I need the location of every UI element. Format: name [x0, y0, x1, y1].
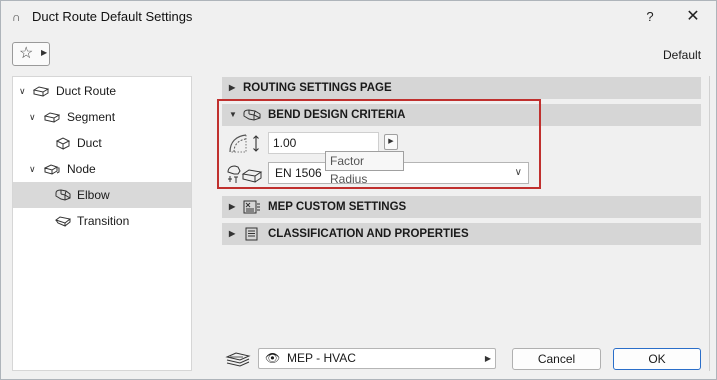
chevron-right-icon[interactable]: ▶: [229, 77, 235, 99]
section-mep-custom[interactable]: ▶ MEP CUSTOM SETTINGS: [222, 196, 701, 218]
chevron-down-icon[interactable]: ∨: [29, 156, 36, 182]
highlight-frame: [217, 99, 541, 189]
segment-icon: [44, 112, 60, 123]
help-button[interactable]: ?: [633, 4, 667, 30]
tree-item-segment[interactable]: ∨ Segment: [13, 104, 191, 130]
section-classification[interactable]: ▶ CLASSIFICATION AND PROPERTIES: [222, 223, 701, 245]
section-routing-settings[interactable]: ▶ ROUTING SETTINGS PAGE: [222, 77, 701, 99]
app-icon: ∩: [12, 10, 21, 24]
section-label: CLASSIFICATION AND PROPERTIES: [268, 228, 469, 240]
tree-item-duct[interactable]: Duct: [13, 130, 191, 156]
chevron-right-icon[interactable]: ▶: [229, 223, 235, 245]
caret-right-icon: ▶: [41, 48, 48, 57]
tree-item-node[interactable]: ∨ Node: [13, 156, 191, 182]
title-bar: ∩ Duct Route Default Settings ? ✕: [1, 1, 716, 33]
layers-icon: [225, 352, 251, 367]
chevron-down-icon[interactable]: ∨: [29, 104, 36, 130]
tree-item-label: Duct: [77, 136, 102, 150]
section-label: ROUTING SETTINGS PAGE: [243, 82, 392, 94]
duct-route-icon: [33, 86, 49, 97]
model-view-label: MEP - HVAC: [287, 351, 356, 365]
elbow-icon: [55, 189, 71, 201]
tree-item-elbow[interactable]: Elbow: [13, 182, 191, 208]
chevron-down-icon[interactable]: ∨: [19, 78, 26, 104]
tree-item-transition[interactable]: Transition: [13, 208, 191, 234]
chevron-right-icon[interactable]: ▶: [229, 196, 235, 218]
section-label: MEP CUSTOM SETTINGS: [268, 201, 407, 213]
eye-icon: 👁: [265, 351, 281, 365]
star-icon: ☆: [19, 45, 34, 62]
node-icon: [44, 164, 60, 175]
document-icon: [245, 227, 258, 241]
tree-item-label: Duct Route: [56, 84, 117, 98]
dialog-window: ∩ Duct Route Default Settings ? ✕ ☆ ▶ De…: [0, 0, 717, 380]
transition-icon: [55, 216, 71, 227]
ok-button[interactable]: OK: [613, 348, 701, 370]
tree-item-duct-route[interactable]: ∨ Duct Route: [13, 78, 191, 104]
default-label: Default: [663, 48, 702, 62]
tree-item-label: Segment: [67, 110, 116, 124]
duct-icon: [55, 137, 71, 150]
cancel-button[interactable]: Cancel: [512, 348, 601, 370]
model-view-select[interactable]: 👁 MEP - HVAC ▶: [258, 348, 496, 369]
close-button[interactable]: ✕: [675, 4, 711, 30]
tree-item-label: Node: [67, 162, 96, 176]
caret-right-icon: ▶: [484, 354, 491, 363]
tree-item-label: Transition: [77, 214, 130, 228]
favorites-button[interactable]: ☆ ▶: [12, 42, 50, 66]
mep-settings-icon: [243, 200, 260, 214]
panel-edge: [709, 76, 710, 371]
settings-tree: ∨ Duct Route ∨ Segment Duct ∨ Node Elbow…: [12, 76, 192, 371]
tree-item-label: Elbow: [77, 188, 110, 202]
window-title: Duct Route Default Settings: [32, 9, 193, 24]
